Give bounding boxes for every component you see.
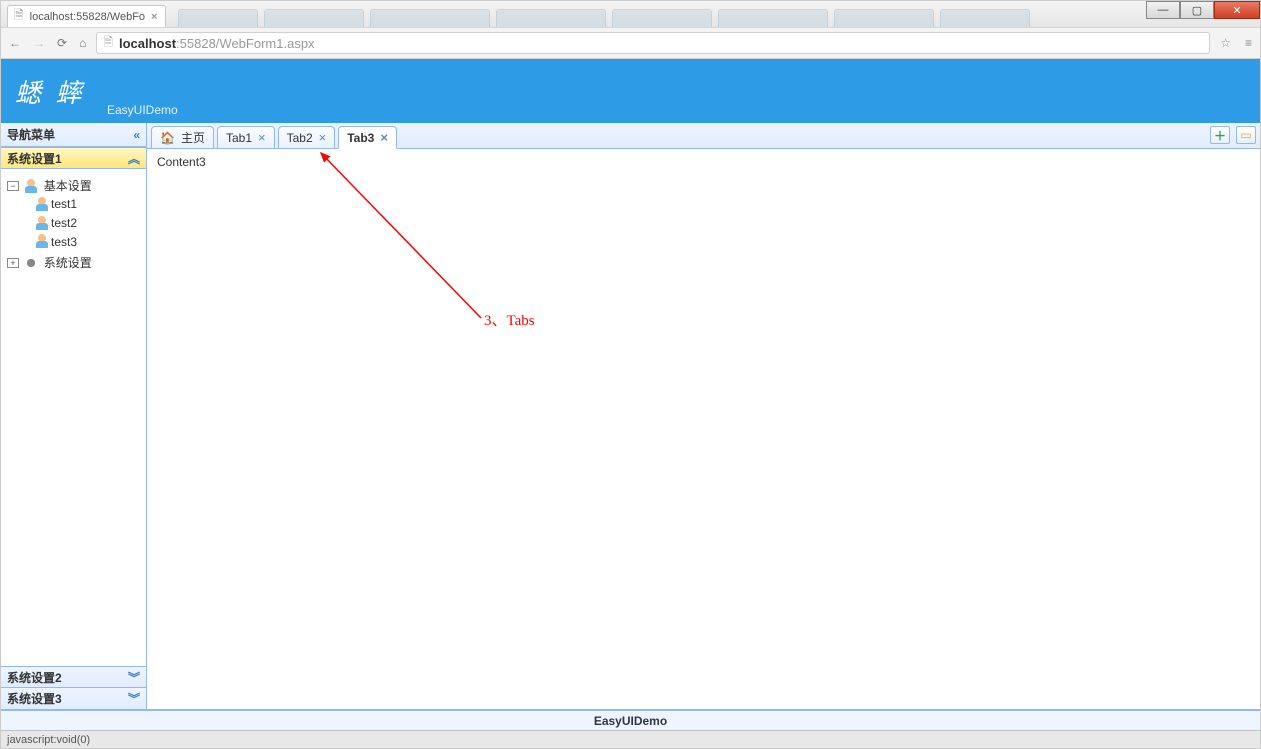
tree-collapse-icon[interactable]: − — [7, 181, 19, 191]
tree-node[interactable]: + 系统设置 — [7, 252, 140, 273]
bookmark-star-icon[interactable]: ☆ — [1220, 36, 1231, 50]
accordion-title: 系统设置1 — [7, 150, 62, 167]
tab-label: Tab2 — [287, 131, 313, 145]
tabs-tools: ＋ ▭ — [1210, 126, 1256, 144]
nav-home-icon[interactable]: ⌂ — [79, 36, 86, 50]
status-text: javascript:void(0) — [7, 734, 90, 746]
accordion-header-1[interactable]: 系统设置1 ︽ — [1, 147, 146, 169]
browser-tab-title: localhost:55828/WebFo — [30, 11, 145, 23]
chevron-up-icon: ︽ — [128, 150, 140, 167]
tree-node[interactable]: test1 — [7, 194, 140, 213]
tab-tab1[interactable]: Tab1 × — [217, 126, 275, 149]
window-close-button[interactable]: ✕ — [1214, 1, 1260, 19]
page-icon: 🗎 — [103, 33, 113, 54]
plus-icon: ＋ — [1214, 127, 1226, 144]
logo: 蟋 蟀 — [15, 73, 86, 110]
accordion-title: 系统设置2 — [7, 669, 62, 686]
page-header: 蟋 蟀 EasyUIDemo — [1, 59, 1260, 123]
tree-node-label: test1 — [51, 197, 77, 211]
accordion-header-3[interactable]: 系统设置3 ︾ — [1, 688, 146, 710]
blurred-tab — [612, 9, 712, 27]
tab-close-icon[interactable]: × — [258, 131, 266, 144]
address-text: localhost:55828/WebForm1.aspx — [119, 36, 315, 51]
tree-node-label: test2 — [51, 216, 77, 230]
tab-close-icon[interactable]: × — [380, 131, 388, 144]
tab-label: Tab3 — [347, 131, 374, 145]
tab-content-text: Content3 — [157, 155, 206, 169]
tree-node[interactable]: test2 — [7, 213, 140, 232]
blurred-tab — [834, 9, 934, 27]
blurred-other-tabs — [178, 9, 1030, 27]
user-icon — [24, 179, 38, 193]
tree-node-label: test3 — [51, 234, 77, 248]
page-icon: 🗎 — [14, 6, 24, 27]
nav-reload-icon[interactable]: ⟳ — [57, 36, 67, 50]
tree-node-label: 基本设置 — [44, 179, 92, 193]
tab-label: 主页 — [181, 129, 205, 146]
blurred-tab — [370, 9, 490, 27]
window-controls: — ▢ ✕ — [1146, 1, 1260, 19]
blurred-tab — [496, 9, 606, 27]
chevron-down-icon: ︾ — [128, 690, 140, 707]
tab-home-button[interactable]: ▭ — [1236, 126, 1256, 144]
accordion-header-2[interactable]: 系统设置2 ︾ — [1, 666, 146, 688]
tab-add-button[interactable]: ＋ — [1210, 126, 1230, 144]
gear-icon — [24, 256, 38, 270]
tree-node[interactable]: − 基本设置 test1 test2 test3 — [7, 175, 140, 252]
nav-icons: ← → ⟳ ⌂ — [9, 36, 86, 50]
home-small-icon: ▭ — [1240, 128, 1251, 142]
tree-node-label: 系统设置 — [44, 256, 92, 270]
browser-menu-icon[interactable]: ≡ — [1245, 36, 1252, 50]
page-root: 蟋 蟀 EasyUIDemo 导航菜单 « 系统设置1 ︽ − — [1, 59, 1260, 730]
blurred-tab — [264, 9, 364, 27]
tree-node[interactable]: test3 — [7, 232, 140, 251]
chevron-down-icon: ︾ — [128, 669, 140, 686]
address-tools: ☆ ≡ — [1220, 36, 1252, 50]
layout-south: EasyUIDemo — [1, 710, 1260, 730]
south-text: EasyUIDemo — [594, 714, 667, 728]
main-area: 🏠 主页 Tab1 × Tab2 × Tab3 × — [147, 123, 1260, 710]
window-minimize-button[interactable]: — — [1146, 1, 1180, 19]
window-maximize-button[interactable]: ▢ — [1180, 1, 1214, 19]
accordion-title: 系统设置3 — [7, 690, 62, 707]
tab-label: Tab1 — [226, 131, 252, 145]
browser-tab[interactable]: 🗎 localhost:55828/WebFo × — [7, 5, 166, 27]
user-icon — [35, 234, 49, 248]
tab-tab3[interactable]: Tab3 × — [338, 126, 397, 149]
nav-forward-icon[interactable]: → — [33, 36, 45, 50]
sidebar-title: 导航菜单 « — [1, 123, 146, 147]
user-icon — [35, 216, 49, 230]
nav-back-icon[interactable]: ← — [9, 36, 21, 50]
browser-tab-close-icon[interactable]: × — [151, 11, 157, 23]
browser-tabstrip: 🗎 localhost:55828/WebFo × — ▢ ✕ — [1, 1, 1260, 27]
tabs-header: 🏠 主页 Tab1 × Tab2 × Tab3 × — [147, 123, 1260, 149]
sidebar-title-label: 导航菜单 — [7, 126, 55, 143]
header-subtitle: EasyUIDemo — [107, 103, 178, 117]
sidebar: 导航菜单 « 系统设置1 ︽ − 基本设置 test1 — [1, 123, 147, 710]
sidebar-collapse-icon[interactable]: « — [133, 128, 140, 142]
address-bar[interactable]: 🗎 localhost:55828/WebForm1.aspx — [96, 32, 1210, 54]
accordion-body-1: − 基本设置 test1 test2 test3 + — [1, 169, 146, 666]
blurred-tab — [178, 9, 258, 27]
user-icon — [35, 197, 49, 211]
blurred-tab — [718, 9, 828, 27]
blurred-tab — [940, 9, 1030, 27]
browser-window: 🗎 localhost:55828/WebFo × — ▢ ✕ ← → ⟳ ⌂ — [0, 0, 1261, 749]
tree-expand-icon[interactable]: + — [7, 258, 19, 268]
layout-center-row: 导航菜单 « 系统设置1 ︽ − 基本设置 test1 — [1, 123, 1260, 710]
home-icon: 🏠 — [160, 131, 175, 145]
browser-status-bar: javascript:void(0) — [1, 730, 1260, 748]
tab-home[interactable]: 🏠 主页 — [151, 126, 214, 149]
tab-content: Content3 — [147, 149, 1260, 710]
tab-tab2[interactable]: Tab2 × — [278, 126, 336, 149]
browser-navbar: ← → ⟳ ⌂ 🗎 localhost:55828/WebForm1.aspx … — [1, 27, 1260, 59]
tab-close-icon[interactable]: × — [319, 131, 327, 144]
